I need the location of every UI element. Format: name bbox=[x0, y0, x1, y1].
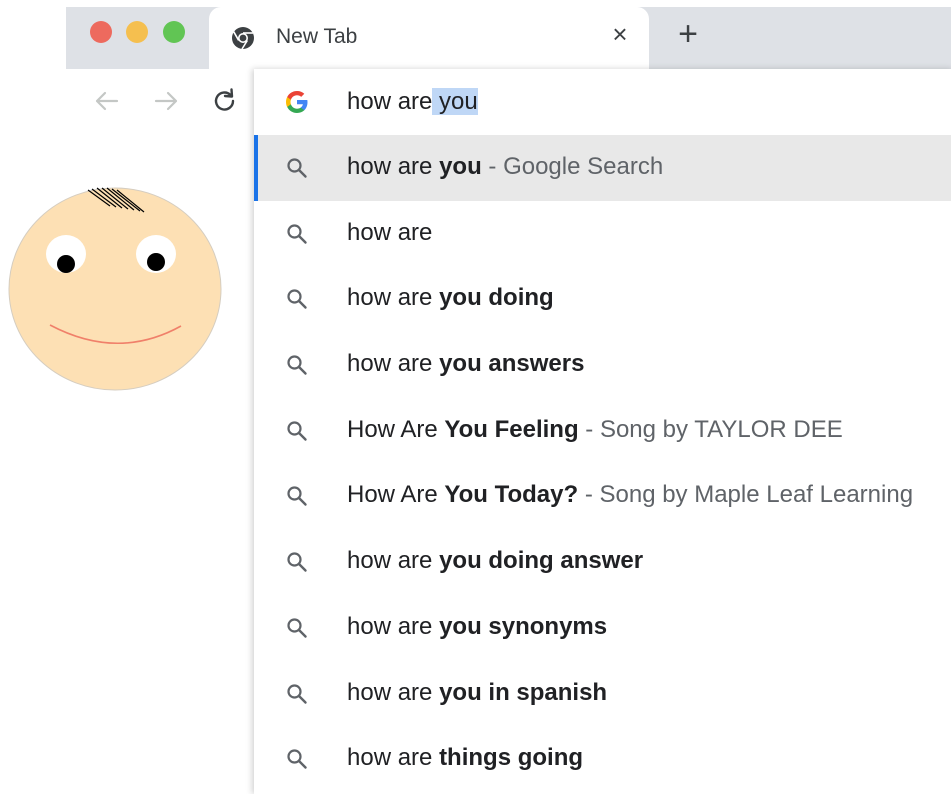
suggestion-text: how are you in spanish bbox=[347, 679, 607, 707]
suggestion-bold: you doing bbox=[439, 284, 554, 312]
suggestion-text: how are things going bbox=[347, 744, 583, 772]
suggestion-plain: how are bbox=[347, 744, 440, 772]
back-arrow-icon[interactable] bbox=[92, 86, 122, 116]
suggestion-text: how are you synonyms bbox=[347, 613, 607, 641]
google-g-icon bbox=[286, 91, 308, 113]
forward-arrow-icon[interactable] bbox=[151, 86, 181, 116]
suggestion-plain: how are bbox=[347, 678, 440, 706]
suggestion-bold: you in spanish bbox=[439, 678, 608, 706]
suggestion-item[interactable]: how are you - Google Search bbox=[254, 135, 951, 201]
omnibox-dropdown: how are you how are you - Google Search … bbox=[254, 69, 951, 794]
window-minimize-button[interactable] bbox=[126, 21, 148, 43]
suggestion-item[interactable]: how are you doing answer bbox=[254, 529, 951, 595]
search-icon bbox=[287, 683, 307, 704]
suggestion-plain: how are bbox=[347, 153, 440, 180]
suggestion-item[interactable]: how are things going bbox=[254, 726, 951, 792]
suggestion-description: Google Search bbox=[503, 153, 664, 180]
autocomplete-selection: you bbox=[432, 88, 478, 115]
chrome-icon bbox=[232, 27, 254, 50]
suggestion-item[interactable]: how are you in spanish bbox=[254, 661, 951, 727]
search-icon bbox=[287, 749, 307, 769]
suggestion-text: How Are You Today? - Song by Maple Leaf … bbox=[347, 481, 913, 509]
window-zoom-button[interactable] bbox=[163, 21, 185, 43]
suggestion-item[interactable]: how are you synonyms bbox=[254, 595, 951, 661]
search-icon bbox=[287, 486, 307, 507]
close-icon[interactable]: × bbox=[607, 21, 633, 47]
suggestion-plain: How Are bbox=[347, 415, 445, 443]
window-close-button[interactable] bbox=[90, 21, 112, 43]
suggestion-separator: - bbox=[578, 481, 600, 509]
suggestion-item[interactable]: how are you doing bbox=[254, 266, 951, 332]
search-icon bbox=[287, 224, 307, 244]
suggestion-item[interactable]: How Are You Today? - Song by Maple Leaf … bbox=[254, 463, 951, 529]
omnibox-text[interactable]: how are you bbox=[347, 88, 478, 116]
suggestion-description: Song by TAYLOR DEE bbox=[599, 415, 843, 443]
suggestion-bold: things going bbox=[439, 744, 584, 772]
suggestion-text: how are you doing answer bbox=[347, 547, 643, 575]
search-icon bbox=[287, 158, 307, 178]
suggestion-bold: You Feeling bbox=[444, 415, 579, 443]
search-icon bbox=[287, 289, 307, 310]
address-bar[interactable]: how are you bbox=[254, 69, 951, 135]
suggestion-text: how are you - Google Search bbox=[347, 153, 663, 181]
suggestion-list: how are you - Google Search how are how … bbox=[254, 135, 951, 792]
suggestion-plain: how are bbox=[347, 350, 440, 378]
suggestion-bold: you synonyms bbox=[439, 612, 608, 640]
search-icon bbox=[287, 421, 307, 441]
tab-new-tab[interactable]: New Tab × bbox=[209, 7, 649, 69]
suggestion-item[interactable]: how are you answers bbox=[254, 332, 951, 398]
search-icon bbox=[287, 355, 307, 375]
suggestion-text: How Are You Feeling - Song by TAYLOR DEE bbox=[347, 416, 843, 444]
suggestion-bold: you bbox=[439, 153, 482, 180]
suggestion-separator: - bbox=[578, 415, 600, 443]
smiley-face-drawing bbox=[8, 187, 222, 391]
suggestion-separator: - bbox=[481, 153, 504, 180]
typed-text: how are bbox=[347, 88, 433, 115]
suggestion-bold: you doing answer bbox=[439, 547, 644, 575]
suggestion-bold: you answers bbox=[439, 350, 585, 378]
suggestion-description: Song by Maple Leaf Learning bbox=[599, 481, 914, 509]
suggestion-bold: You Today? bbox=[444, 481, 579, 509]
plus-icon[interactable]: + bbox=[672, 17, 704, 51]
suggestion-item[interactable]: How Are You Feeling - Song by TAYLOR DEE bbox=[254, 398, 951, 464]
search-icon bbox=[287, 618, 307, 638]
suggestion-text: how are you doing bbox=[347, 284, 554, 312]
reload-icon[interactable] bbox=[210, 86, 240, 116]
suggestion-plain: how are bbox=[347, 612, 440, 640]
suggestion-item[interactable]: how are bbox=[254, 201, 951, 267]
suggestion-plain: How Are bbox=[347, 481, 445, 509]
suggestion-plain: how are bbox=[347, 218, 433, 246]
suggestion-text: how are bbox=[347, 219, 432, 247]
search-icon bbox=[287, 552, 307, 572]
suggestion-plain: how are bbox=[347, 547, 440, 575]
tab-title: New Tab bbox=[276, 25, 358, 48]
suggestion-plain: how are bbox=[347, 284, 440, 312]
suggestion-text: how are you answers bbox=[347, 350, 584, 378]
